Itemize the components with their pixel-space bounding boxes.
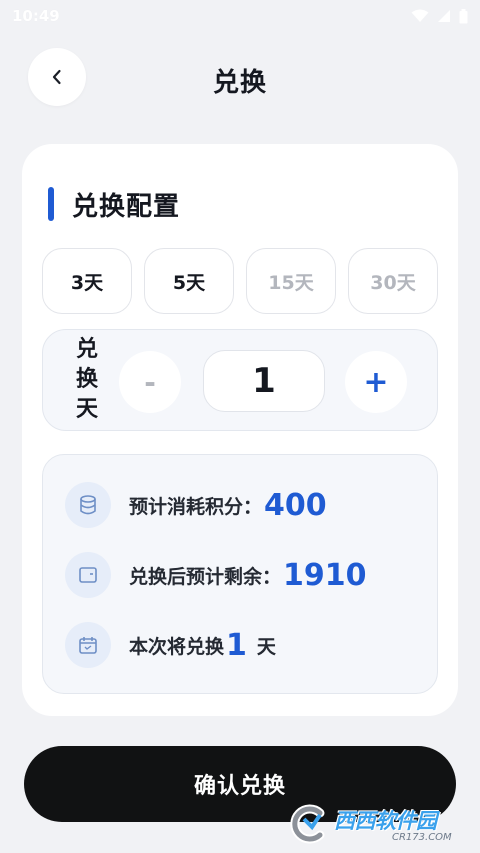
remain-value: 1910 [283, 557, 367, 593]
wifi-icon [411, 9, 429, 22]
cost-value: 400 [264, 487, 327, 523]
cost-label: 预计消耗积分： [129, 495, 263, 518]
watermark-text: 西西软件园 [334, 809, 437, 833]
decrement-button[interactable]: - [119, 351, 181, 413]
calendar-icon [65, 622, 111, 668]
watermark-sub: CR173.COM [392, 832, 452, 843]
signal-icon [438, 10, 450, 22]
database-icon [65, 482, 111, 528]
accent-bar [48, 187, 54, 221]
watermark: 西西软件园 CR173.COM [286, 800, 468, 848]
remain-row: 兑换后预计剩余： 1910 [65, 551, 367, 599]
remain-label: 兑换后预计剩余： [129, 565, 282, 588]
section-title: 兑换配置 [72, 191, 181, 222]
battery-icon [459, 8, 468, 23]
day-option-5[interactable]: 5天 [144, 248, 234, 314]
stepper-label: 兑换天 [75, 337, 98, 422]
status-time: 10:49 [12, 7, 60, 25]
watermark-logo-icon [290, 804, 325, 844]
days-stepper: 兑换天 - 1 + [42, 329, 438, 431]
status-icons [411, 8, 468, 24]
day-options: 3天 5天 15天 30天 [42, 248, 438, 314]
page-title: 兑换 [212, 68, 267, 98]
days-row: 本次将兑换 1 天 [65, 621, 276, 669]
wallet-icon [65, 552, 111, 598]
summary-box: 预计消耗积分： 400 兑换后预计剩余： 1910 本次将兑换 1 天 [42, 454, 438, 694]
increment-button[interactable]: + [345, 351, 407, 413]
days-value: 1 [226, 627, 247, 663]
day-option-15[interactable]: 15天 [246, 248, 336, 314]
days-prefix: 本次将兑换 [129, 635, 225, 658]
header: 兑换 [0, 48, 480, 110]
days-quantity-input[interactable]: 1 [203, 350, 325, 412]
section-header: 兑换配置 [48, 184, 180, 224]
day-option-30[interactable]: 30天 [348, 248, 438, 314]
day-option-3[interactable]: 3天 [42, 248, 132, 314]
days-suffix: 天 [256, 635, 276, 658]
exchange-config-card: 兑换配置 3天 5天 15天 30天 兑换天 - 1 + 预计消耗积分： 400 [22, 144, 458, 716]
status-bar: 10:49 [0, 0, 480, 32]
cost-row: 预计消耗积分： 400 [65, 481, 327, 529]
